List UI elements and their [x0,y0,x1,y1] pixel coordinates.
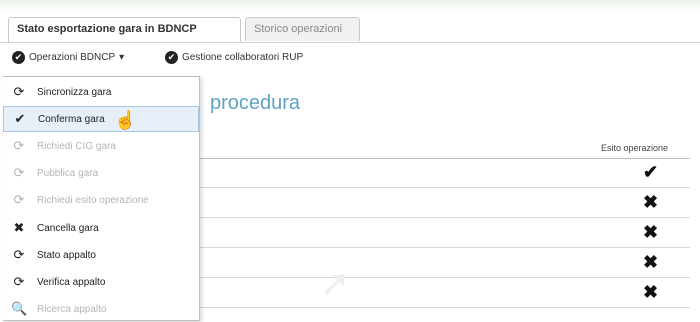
status-cross-icon: ✖ [643,192,659,212]
gestione-collaboratori-button[interactable]: ✔ Gestione collaboratori RUP [165,51,303,64]
menu-item-label: Conferma gara [38,113,105,125]
menu-item-label: Sincronizza gara [37,86,112,98]
menu-item-richiedi-cig[interactable]: ⟳ Richiedi CIG gara [3,133,199,159]
arrow-watermark-icon: ➚ [320,262,351,303]
status-cross-icon: ✖ [643,252,659,272]
tab-stato-esportazione[interactable]: Stato esportazione gara in BDNCP [8,17,241,42]
column-header-esito: Esito operazione [600,143,668,153]
tab-storico-operazioni[interactable]: Storico operazioni [245,17,360,41]
table-row: ✖ [200,189,690,218]
operazioni-dropdown-menu: ⟳ Sincronizza gara ✔ Conferma gara ⟳ Ric… [3,76,200,321]
toolbar: ✔ Operazioni BDNCP ▾ ✔ Gestione collabor… [0,44,700,74]
refresh-icon: ⟳ [13,192,25,207]
top-strip [0,0,700,12]
table-row: ✔ [200,159,690,188]
menu-item-pubblica-gara[interactable]: ⟳ Pubblica gara [3,160,199,186]
check-circle-icon: ✔ [12,51,25,64]
page-title: procedura [210,92,301,114]
status-cross-icon: ✖ [643,222,659,242]
search-icon: 🔍 [11,301,28,316]
check-icon: ✔ [14,111,26,126]
check-circle-icon: ✔ [165,51,178,64]
table-row: ✖ [200,279,690,308]
operazioni-bdncp-label: Operazioni BDNCP [29,52,116,63]
menu-item-verifica-appalto[interactable]: ⟳ Verifica appalto [3,269,199,295]
refresh-icon: ⟳ [13,274,25,289]
menu-item-label: Ricerca appalto [37,303,107,315]
refresh-icon: ⟳ [13,138,25,153]
status-cross-icon: ✖ [643,282,659,302]
menu-item-ricerca-appalto[interactable]: 🔍 Ricerca appalto [3,296,199,322]
menu-item-label: Richiedi CIG gara [37,140,116,152]
close-icon: ✖ [13,220,25,235]
gestione-collaboratori-label: Gestione collaboratori RUP [182,52,304,63]
menu-item-label: Pubblica gara [37,167,99,179]
menu-item-label: Verifica appalto [37,276,106,288]
operazioni-bdncp-button[interactable]: ✔ Operazioni BDNCP ▾ [12,51,124,64]
table-row: ✖ [200,249,690,278]
table-row: ✖ [200,219,690,248]
menu-item-stato-appalto[interactable]: ⟳ Stato appalto [3,242,199,268]
table-header: Esito operazione [200,138,690,159]
menu-item-label: Stato appalto [37,249,96,261]
tab-bar: Stato esportazione gara in BDNCP Storico… [0,12,700,43]
hand-cursor-icon: ☝ [114,110,137,130]
menu-item-label: Richiedi esito operazione [37,194,149,206]
menu-item-label: Cancella gara [37,222,99,234]
menu-item-conferma-gara[interactable]: ✔ Conferma gara [3,106,199,132]
refresh-icon: ⟳ [13,84,25,99]
menu-item-cancella-gara[interactable]: ✖ Cancella gara [3,215,199,241]
status-check-icon: ✔ [643,162,659,182]
menu-item-richiedi-esito[interactable]: ⟳ Richiedi esito operazione [3,187,199,213]
menu-item-sincronizza-gara[interactable]: ⟳ Sincronizza gara [3,79,199,105]
refresh-icon: ⟳ [13,165,25,180]
chevron-down-icon: ▾ [119,52,125,63]
refresh-icon: ⟳ [13,247,25,262]
